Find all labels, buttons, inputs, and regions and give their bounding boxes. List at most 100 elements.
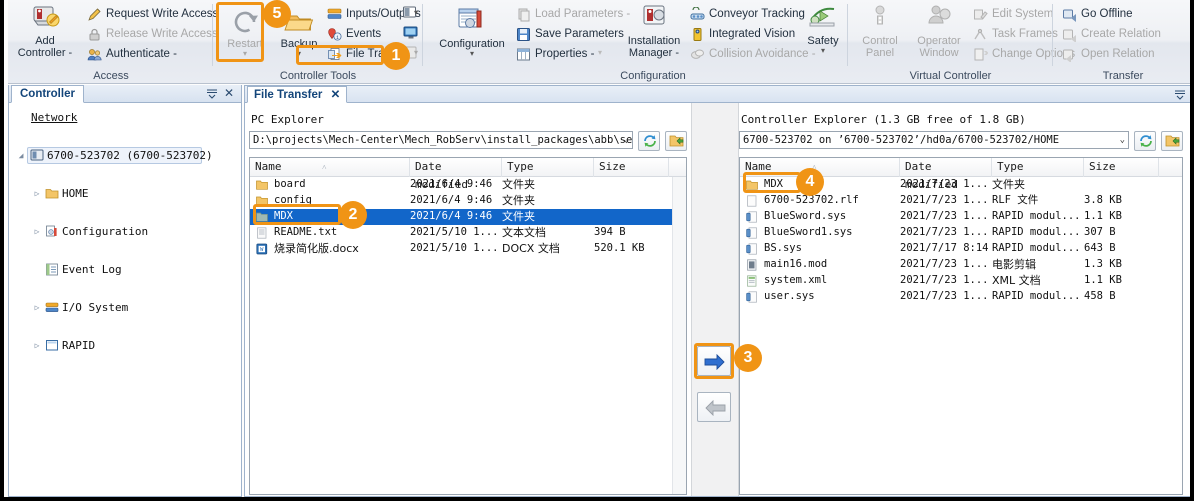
- table-row[interactable]: README.txt 2021/5/10 1... 文本文档 394 B: [250, 225, 686, 241]
- pc-explorer-column-type[interactable]: Type: [502, 158, 594, 177]
- pc-explorer-file-list[interactable]: Name ˄ Date modified Type Size board 202…: [249, 157, 687, 495]
- edit-system-label: Edit System: [992, 8, 1054, 20]
- go-offline-button[interactable]: Go Offline: [1061, 5, 1133, 24]
- tab-controller[interactable]: Controller: [11, 85, 84, 103]
- file-transfer-pane: PC Explorer D:\projects\Mech-Center\Mech…: [245, 103, 1190, 496]
- tree-node-network[interactable]: Network: [9, 108, 241, 127]
- tree-expander-rapid[interactable]: ▷: [31, 336, 43, 355]
- ctrl-row-name: main16.mod: [764, 258, 828, 270]
- conveyor-tracking-button[interactable]: Conveyor Tracking: [689, 5, 805, 24]
- controller-tools-extra-dropdown-icon[interactable]: ▾: [414, 48, 418, 57]
- tree-expander-home[interactable]: ▷: [31, 184, 43, 203]
- controller-explorer-path-dropdown-icon[interactable]: ⌄: [1120, 132, 1125, 148]
- lock-icon: [87, 27, 102, 42]
- pc-row-name: 烧录简化版.docx: [274, 242, 359, 255]
- document-tab-overflow-icon[interactable]: [1173, 88, 1187, 101]
- controller-explorer-rows: MDX 2021/7/23 1... 文件夹 6700-523702.rlf 2…: [740, 177, 1182, 494]
- backup-dropdown-icon[interactable]: ▾: [273, 50, 325, 58]
- tree-node-configuration[interactable]: ▷ Configuration: [9, 222, 241, 241]
- ribbon-group-controller-tools-label: Controller Tools: [279, 70, 357, 82]
- properties-dropdown-icon[interactable]: ▾: [598, 48, 602, 57]
- controller-explorer-path-input[interactable]: 6700-523702 on ’6700-523702’/hd0a/6700-5…: [739, 131, 1129, 149]
- restart-dropdown-icon[interactable]: ▾: [217, 50, 273, 58]
- rapid-module-icon: [746, 243, 758, 255]
- table-row[interactable]: BlueSword1.sys 2021/7/23 1... RAPID modu…: [740, 225, 1182, 241]
- authenticate-button[interactable]: Authenticate -: [86, 45, 177, 64]
- open-relation-icon: [1062, 47, 1077, 63]
- configuration-dropdown-icon[interactable]: ▾: [429, 50, 515, 58]
- tree-node-rapid-label: RAPID: [62, 339, 96, 352]
- tree-node-home[interactable]: ▷ HOME: [9, 184, 241, 203]
- control-panel-label-1: Control: [862, 35, 898, 47]
- request-write-access-label: Request Write Access: [106, 8, 219, 20]
- tree-node-controller-label: 6700-523702 (6700-523702): [47, 149, 213, 162]
- controller-tree[interactable]: Network ◢ 6700-523702 (6700-523702) ▷ HO…: [9, 104, 241, 496]
- monitor-icon[interactable]: [403, 26, 419, 40]
- ctrl-row-date: 2021/7/23 1...: [900, 210, 989, 222]
- tree-expander-controller[interactable]: ◢: [15, 146, 27, 165]
- svg-text:i: i: [336, 35, 339, 41]
- create-relation-button: Create Relation: [1061, 25, 1161, 44]
- pc-explorer-column-date[interactable]: Date modified: [410, 158, 502, 191]
- save-parameters-label: Save Parameters: [535, 28, 624, 40]
- io-window-dropdown-icon[interactable]: ▾: [414, 8, 418, 17]
- controller-explorer-column-type[interactable]: Type: [992, 158, 1084, 177]
- safety-dropdown-icon[interactable]: ▾: [801, 47, 845, 55]
- edit-system-button: Edit System: [972, 5, 1053, 24]
- tree-node-io-system[interactable]: ▷ I/O System: [9, 298, 241, 317]
- pc-row-date: 2021/6/4 9:46: [410, 210, 493, 222]
- callout-badge-5: 5: [263, 0, 291, 28]
- table-row[interactable]: system.xml 2021/7/23 1... XML 文档 1.1 KB: [740, 273, 1182, 289]
- ctrl-row-size: 307 B: [1084, 226, 1116, 238]
- tab-file-transfer[interactable]: File Transfer ✕: [247, 86, 348, 103]
- controller-explorer-refresh-button[interactable]: [1134, 131, 1156, 151]
- tree-node-controller[interactable]: ◢ 6700-523702 (6700-523702): [9, 146, 241, 165]
- properties-button[interactable]: Properties -: [515, 45, 594, 64]
- configuration-button[interactable]: Configuration ▾: [429, 6, 515, 58]
- tree-expander-configuration[interactable]: ▷: [31, 222, 43, 241]
- save-parameters-button[interactable]: Save Parameters: [515, 25, 624, 44]
- tree-node-rapid[interactable]: ▷ RAPID: [9, 336, 241, 355]
- controller-explorer-file-list[interactable]: Name ˄ Date modified Type Size MDX 2021/…: [739, 157, 1183, 495]
- pc-explorer-path-input[interactable]: D:\projects\Mech-Center\Mech_RobServ\ins…: [249, 131, 633, 149]
- pc-explorer-column-name[interactable]: Name ˄: [250, 158, 410, 177]
- table-row[interactable]: user.sys 2021/7/23 1... RAPID modul... 4…: [740, 289, 1182, 305]
- integrated-vision-button[interactable]: Integrated Vision: [689, 25, 795, 44]
- tree-node-event-log[interactable]: Event Log: [9, 260, 241, 279]
- ctrl-row-type: XML 文档: [992, 274, 1041, 287]
- panel-menu-icon[interactable]: [205, 87, 219, 101]
- collision-avoidance-button: Collision Avoidance -: [689, 45, 816, 64]
- pc-explorer-refresh-button[interactable]: [638, 131, 660, 151]
- ctrl-row-name: MDX: [764, 178, 783, 190]
- pc-explorer-vertical-scrollbar[interactable]: [672, 177, 686, 494]
- pc-explorer-open-folder-button[interactable]: [665, 131, 687, 151]
- installation-manager-button[interactable]: Installation Manager -: [619, 3, 689, 59]
- operator-window-button: Operator Window: [908, 3, 970, 59]
- installation-manager-label-2: Manager -: [628, 47, 680, 59]
- table-row[interactable]: BlueSword.sys 2021/7/23 1... RAPID modul…: [740, 209, 1182, 225]
- tab-close-icon[interactable]: ✕: [331, 89, 341, 101]
- restart-icon: [228, 6, 262, 36]
- transfer-to-controller-button[interactable]: [697, 346, 731, 376]
- rapid-module-icon: [746, 211, 758, 223]
- table-row[interactable]: BS.sys 2021/7/17 8:14 RAPID modul... 643…: [740, 241, 1182, 257]
- transfer-to-pc-button[interactable]: [697, 392, 731, 422]
- add-controller-button[interactable]: Add Controller -: [14, 3, 76, 59]
- table-row[interactable]: config 2021/6/4 9:46 文件夹: [250, 193, 686, 209]
- controller-explorer-open-folder-button[interactable]: [1161, 131, 1183, 151]
- pc-explorer-column-size[interactable]: Size: [594, 158, 669, 177]
- controller-explorer-column-size[interactable]: Size: [1084, 158, 1159, 177]
- pc-explorer-path-dropdown-icon[interactable]: ⌄: [624, 132, 629, 148]
- safety-button[interactable]: Safety ▾: [801, 3, 845, 55]
- table-row-selected[interactable]: MDX 2021/6/4 9:46 文件夹: [250, 209, 686, 225]
- table-row[interactable]: board 2021/6/4 9:46 文件夹: [250, 177, 686, 193]
- ctrl-row-size: 458 B: [1084, 290, 1116, 302]
- panel-close-icon[interactable]: ✕: [222, 87, 236, 101]
- table-row[interactable]: W 烧录简化版.docx 2021/5/10 1... DOCX 文档 520.…: [250, 241, 686, 257]
- table-row[interactable]: main16.mod 2021/7/23 1... 电影剪辑 1.3 KB: [740, 257, 1182, 273]
- controller-explorer-column-date[interactable]: Date modified: [900, 158, 992, 191]
- controller-explorer-column-size-label: Size: [1089, 160, 1116, 173]
- events-button[interactable]: i Events: [326, 25, 381, 44]
- request-write-access-button[interactable]: Request Write Access: [86, 5, 218, 24]
- tree-expander-io-system[interactable]: ▷: [31, 298, 43, 317]
